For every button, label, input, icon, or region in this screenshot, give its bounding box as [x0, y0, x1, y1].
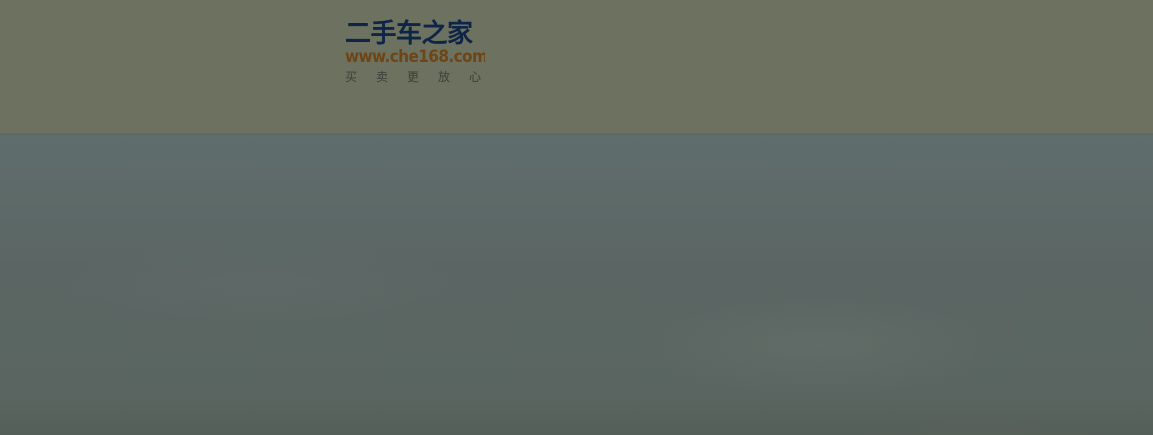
logo-slogan: 买卖更放心	[345, 70, 487, 84]
site-logo[interactable]: 二手车之家 www.che168.com 买卖更放心	[345, 20, 487, 86]
logo-brand-name: 二手车之家	[345, 19, 473, 49]
logo-site-url: www.che168.com	[345, 48, 485, 67]
hero-banner-image	[0, 135, 1153, 435]
page-header: 二手车之家 www.che168.com 买卖更放心	[0, 0, 1153, 134]
